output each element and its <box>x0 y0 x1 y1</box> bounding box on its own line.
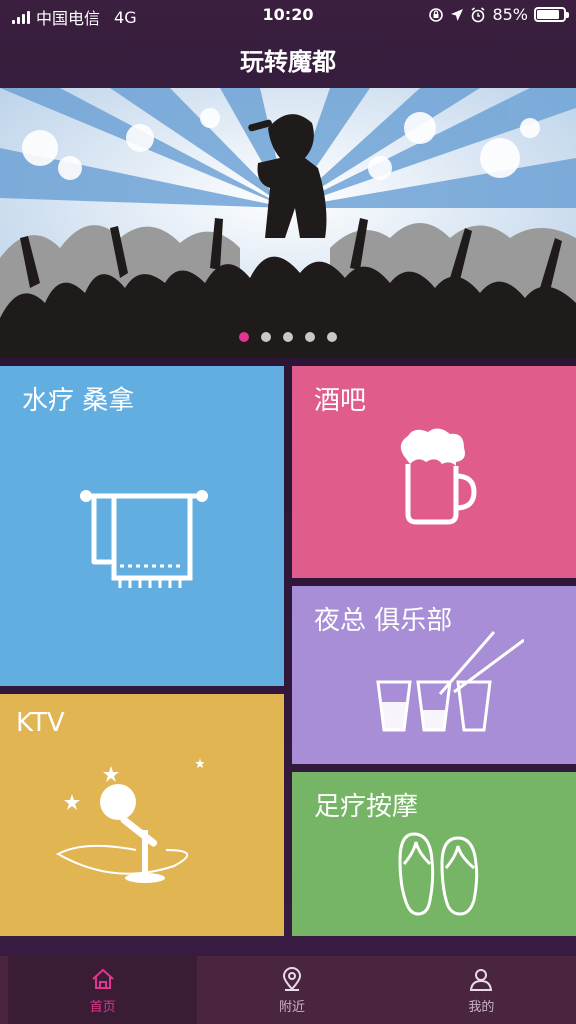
user-icon <box>470 969 493 991</box>
rotation-lock-icon <box>429 7 444 22</box>
shot-glasses-icon <box>376 631 524 732</box>
tile-label: 足疗按摩 <box>314 792 419 822</box>
microphone-icon <box>55 758 204 883</box>
tab-nearby[interactable]: 附近 <box>197 956 386 1024</box>
alarm-icon <box>471 6 485 22</box>
tab-label: 首页 <box>89 1000 116 1015</box>
tile-ktv[interactable]: KTV <box>0 694 284 936</box>
location-arrow-icon <box>451 8 464 21</box>
towel-icon <box>80 490 208 588</box>
carousel-dot[interactable] <box>261 332 271 342</box>
tile-label: 水疗 桑拿 <box>22 386 135 416</box>
status-bar: 中国电信 4G 10:20 85% <box>0 0 576 30</box>
tile-label: 酒吧 <box>314 386 367 416</box>
tile-label: KTV <box>16 708 65 738</box>
battery-percent: 85% <box>492 5 528 24</box>
status-right: 85% <box>428 5 569 24</box>
battery-icon <box>534 7 569 22</box>
tab-mine[interactable]: 我的 <box>387 956 576 1024</box>
beer-mug-icon <box>400 428 477 525</box>
location-pin-icon <box>282 967 301 991</box>
bottom-tab-bar: 首页 附近 我的 <box>0 956 576 1024</box>
home-icon <box>91 968 114 989</box>
carousel-dot[interactable] <box>283 332 293 342</box>
tile-foot-massage[interactable]: 足疗按摩 <box>292 772 576 936</box>
flip-flops-icon <box>398 832 479 916</box>
carousel-indicators <box>0 332 576 342</box>
carousel-dot[interactable] <box>239 332 249 342</box>
tile-nightclub[interactable]: 夜总 俱乐部 <box>292 586 576 764</box>
carousel-dot[interactable] <box>305 332 315 342</box>
tile-spa-sauna[interactable]: 水疗 桑拿 <box>0 366 284 686</box>
tab-label: 我的 <box>468 1000 495 1015</box>
carousel-dot[interactable] <box>327 332 337 342</box>
tab-label: 附近 <box>278 1000 305 1015</box>
page-title: 玩转魔都 <box>240 48 336 76</box>
tab-home[interactable]: 首页 <box>8 956 198 1024</box>
banner-carousel[interactable] <box>0 88 576 358</box>
tile-bar[interactable]: 酒吧 <box>292 366 576 578</box>
concert-banner-image <box>0 88 576 358</box>
